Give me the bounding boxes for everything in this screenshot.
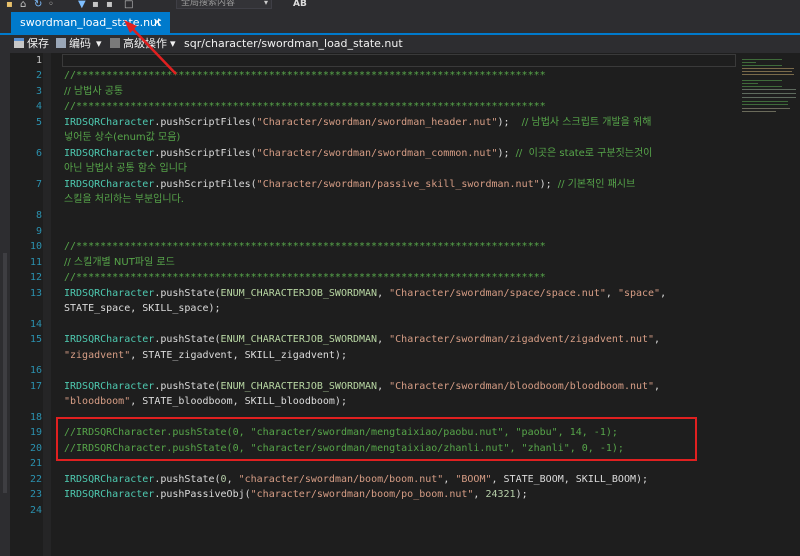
minimap-line — [742, 71, 792, 72]
annotation-arrow-icon — [124, 20, 177, 75]
minimap-line — [742, 101, 788, 102]
minimap-line — [742, 80, 782, 81]
minimap-line — [742, 104, 788, 105]
minimap[interactable] — [738, 53, 800, 556]
minimap-line — [742, 108, 790, 109]
minimap-line — [742, 111, 776, 112]
minimap-line — [742, 74, 794, 75]
minimap-line — [742, 97, 796, 98]
minimap-line — [742, 86, 782, 87]
minimap-line — [742, 62, 756, 63]
minimap-line — [742, 65, 782, 66]
minimap-line — [742, 83, 758, 84]
minimap-line — [742, 68, 794, 69]
minimap-line — [742, 89, 796, 90]
minimap-line — [742, 59, 782, 60]
minimap-line — [742, 93, 796, 94]
